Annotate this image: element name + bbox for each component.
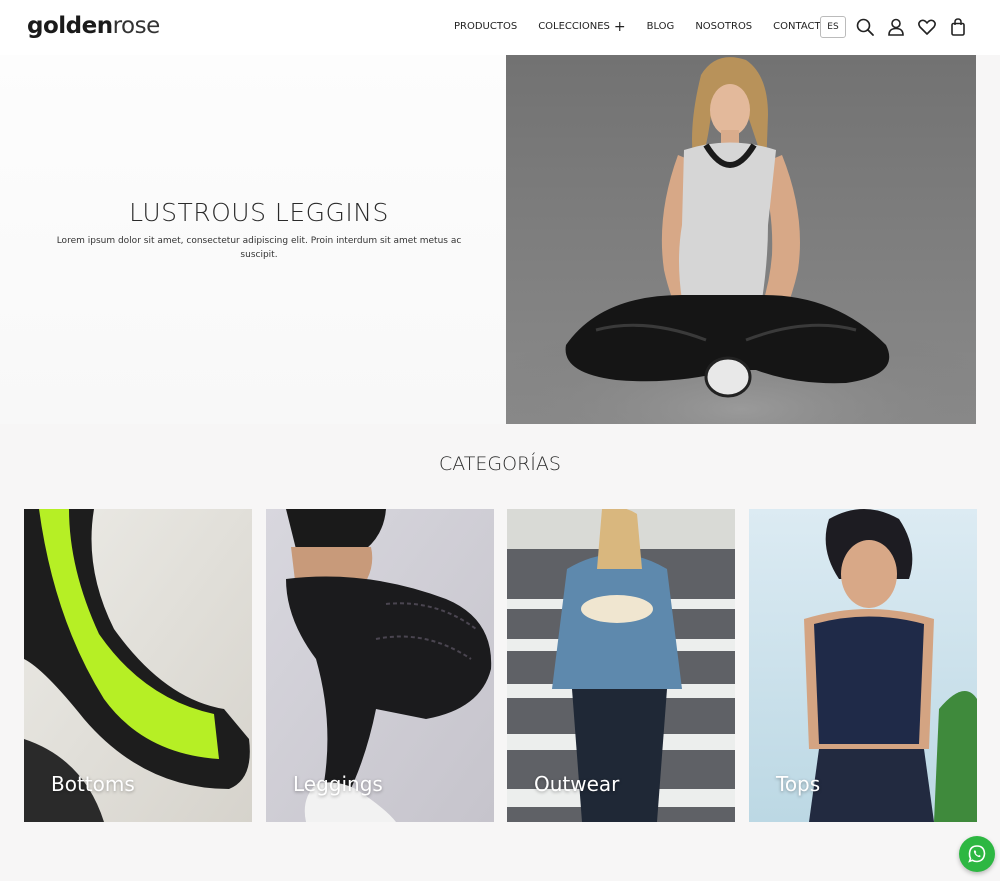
site-header: goldenrose PRODUCTOS COLECCIONES + BLOG …	[0, 0, 1000, 55]
whatsapp-button[interactable]	[959, 836, 995, 872]
nav-item-nosotros[interactable]: NOSOTROS	[695, 21, 752, 32]
whatsapp-icon	[968, 845, 986, 863]
language-selector[interactable]: ES	[820, 16, 846, 38]
search-icon[interactable]	[855, 17, 875, 37]
nav-label: BLOG	[646, 21, 675, 32]
category-label: Bottoms	[51, 772, 135, 796]
nav-label: NOSOTROS	[695, 21, 753, 32]
bag-icon[interactable]	[948, 17, 968, 37]
category-label: Leggings	[293, 772, 383, 796]
nav-label: PRODUCTOS	[454, 21, 518, 32]
expand-icon[interactable]: +	[614, 20, 626, 34]
hero-title: LUSTROUS LEGGINS	[129, 198, 389, 227]
nav-item-blog[interactable]: BLOG	[647, 21, 675, 32]
logo-part-golden: golden	[27, 13, 113, 39]
category-card-leggings[interactable]: Leggings	[266, 509, 494, 822]
category-card-outwear[interactable]: Outwear	[507, 509, 735, 822]
nav-item-productos[interactable]: PRODUCTOS	[454, 21, 517, 32]
user-icon[interactable]	[886, 17, 906, 37]
heart-icon[interactable]	[917, 17, 937, 37]
nav-item-colecciones[interactable]: COLECCIONES +	[538, 20, 626, 34]
hero-text-panel: LUSTROUS LEGGINS Lorem ipsum dolor sit a…	[0, 55, 506, 424]
hero-description: Lorem ipsum dolor sit amet, consectetur …	[56, 236, 462, 260]
category-label: Tops	[776, 772, 821, 796]
hero-image	[506, 55, 976, 424]
logo[interactable]: goldenrose	[27, 13, 160, 39]
main-nav: PRODUCTOS COLECCIONES + BLOG NOSOTROS CO…	[454, 20, 849, 34]
categories-title: CATEGORÍAS	[439, 453, 561, 475]
category-card-bottoms[interactable]: Bottoms	[24, 509, 252, 822]
nav-label: COLECCIONES	[538, 21, 610, 32]
category-card-tops[interactable]: Tops	[749, 509, 977, 822]
category-label: Outwear	[534, 772, 620, 796]
logo-part-rose: rose	[112, 13, 161, 39]
